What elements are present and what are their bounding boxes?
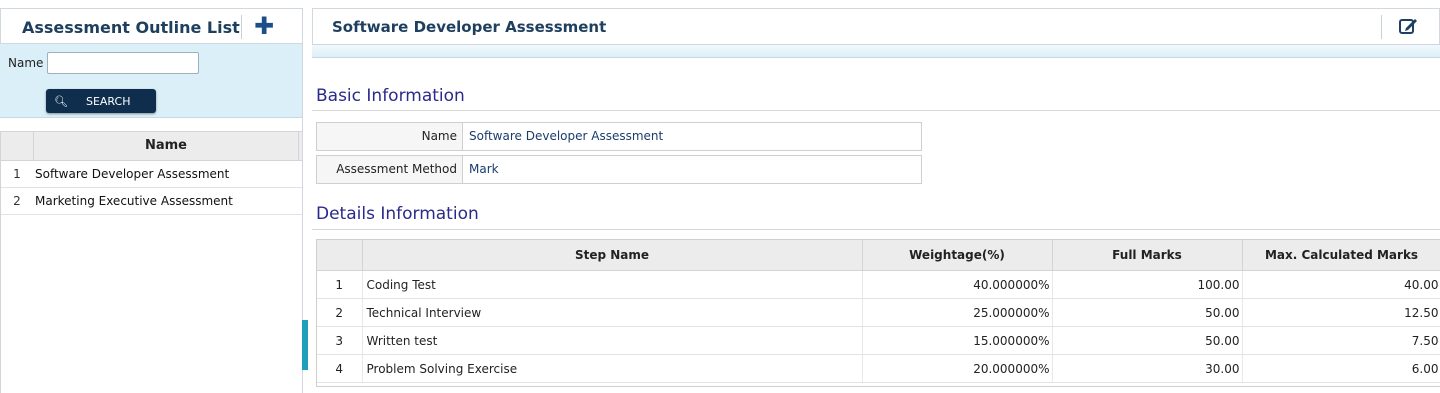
header-separator [241,15,242,39]
row-number: 2 [13,194,21,208]
table-row[interactable]: 1 Coding Test 40.000000% 100.00 40.00 [317,270,1440,299]
row-number: 3 [317,326,363,355]
weightage: 20.000000% [862,354,1053,383]
outline-list-title: Assessment Outline List [22,18,240,37]
search-icon: 🔍︎ [54,94,68,108]
row-name: Software Developer Assessment [35,167,230,181]
max-marks: 12.50 [1242,298,1440,327]
details-info-title: Details Information [316,204,479,224]
add-outline-button[interactable]: ✚ [252,13,276,39]
table-row[interactable]: 3 Written test 15.000000% 50.00 7.50 [317,326,1440,355]
table-row[interactable]: 2 Marketing Executive Assessment [1,188,303,215]
name-field-label: Name [317,123,463,150]
outline-grid: Name 1 Software Developer Assessment 2 M… [0,131,303,393]
weightage: 40.000000% [862,270,1053,299]
divider [312,229,1440,230]
row-number: 1 [317,270,363,299]
details-grid: Step Name Weightage(%) Full Marks Max. C… [316,239,1440,387]
full-marks: 100.00 [1052,270,1243,299]
grid-header-name: Name [34,132,299,160]
name-field: Name Software Developer Assessment [316,122,922,151]
max-marks: 7.50 [1242,326,1440,355]
row-name: Marketing Executive Assessment [35,194,233,208]
step-name: Written test [362,326,863,355]
max-marks: 6.00 [1242,354,1440,383]
divider [312,110,1440,111]
row-number: 2 [317,298,363,327]
row-number: 1 [13,167,21,181]
search-button-label: SEARCH [85,94,131,108]
edit-icon [1399,19,1417,34]
name-field-value: Software Developer Assessment [469,129,664,143]
table-row[interactable]: 2 Technical Interview 25.000000% 50.00 1… [317,298,1440,327]
step-name: Coding Test [362,270,863,299]
panel-resize-handle[interactable] [302,320,308,370]
grid-header-max-marks[interactable]: Max. Calculated Marks [1242,240,1440,271]
outline-list-header: Assessment Outline List ✚ [0,8,303,44]
step-name: Problem Solving Exercise [362,354,863,383]
detail-title: Software Developer Assessment [332,18,607,36]
grid-header-full-marks[interactable]: Full Marks [1052,240,1243,271]
assessment-method-field: Assessment Method Mark [316,155,922,184]
weightage: 25.000000% [862,298,1053,327]
assessment-method-value: Mark [469,162,499,176]
header-separator [1381,15,1382,39]
full-marks: 30.00 [1052,354,1243,383]
edit-button[interactable] [1396,13,1420,39]
grid-header-weight[interactable]: Weightage(%) [862,240,1053,271]
weightage: 15.000000% [862,326,1053,355]
detail-header: Software Developer Assessment [312,8,1440,45]
full-marks: 50.00 [1052,326,1243,355]
row-number: 4 [317,354,363,383]
full-marks: 50.00 [1052,298,1243,327]
header-band [312,45,1440,58]
plus-icon: ✚ [253,12,275,40]
name-search-input[interactable] [47,52,199,74]
max-marks: 40.00 [1242,270,1440,299]
table-row[interactable]: 4 Problem Solving Exercise 20.000000% 30… [317,354,1440,383]
grid-header-step[interactable]: Step Name [362,240,863,271]
name-label: Name [8,56,44,70]
search-button[interactable]: 🔍︎ SEARCH [46,89,156,113]
table-row[interactable]: 1 Software Developer Assessment [1,161,303,188]
basic-info-title: Basic Information [316,86,465,106]
assessment-method-label: Assessment Method [317,156,463,183]
step-name: Technical Interview [362,298,863,327]
search-panel: Name 🔍︎ SEARCH [0,44,303,118]
grid-header-num [317,240,363,271]
